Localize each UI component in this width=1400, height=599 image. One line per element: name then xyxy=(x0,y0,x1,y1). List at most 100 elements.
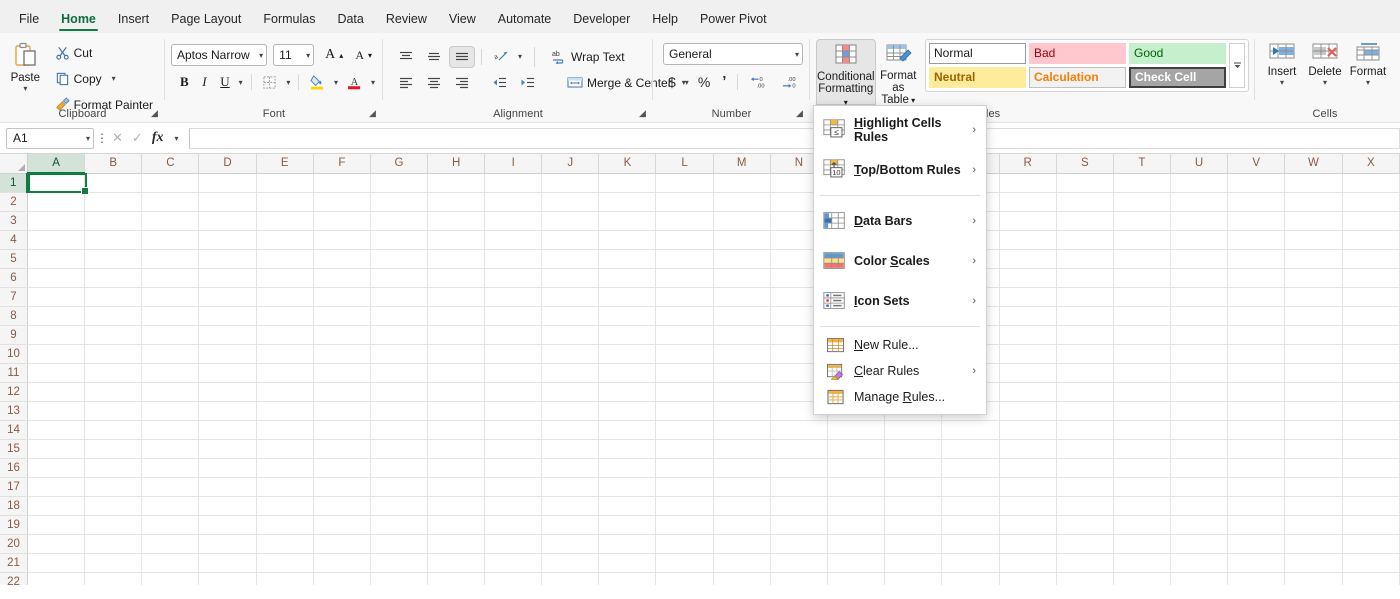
cell-V16[interactable] xyxy=(1227,458,1286,478)
cell-T15[interactable] xyxy=(1113,439,1172,459)
cell-H9[interactable] xyxy=(427,325,486,345)
cell-X12[interactable] xyxy=(1342,382,1400,402)
cell-V14[interactable] xyxy=(1227,420,1286,440)
cell-C1[interactable] xyxy=(141,173,200,193)
cell-C9[interactable] xyxy=(141,325,200,345)
cell-R1[interactable] xyxy=(999,173,1057,193)
cell-I1[interactable] xyxy=(484,173,543,193)
cell-W17[interactable] xyxy=(1284,477,1343,497)
cell-W11[interactable] xyxy=(1284,363,1343,383)
cell-A1[interactable] xyxy=(27,173,86,193)
cell-R12[interactable] xyxy=(999,382,1057,402)
cell-A10[interactable] xyxy=(27,344,86,364)
cell-B1[interactable] xyxy=(84,173,143,193)
cell-R17[interactable] xyxy=(999,477,1057,497)
cell-A19[interactable] xyxy=(27,515,86,535)
cell-T10[interactable] xyxy=(1113,344,1172,364)
cell-C12[interactable] xyxy=(141,382,200,402)
tab-file[interactable]: File xyxy=(8,8,50,33)
cell-U2[interactable] xyxy=(1170,192,1229,212)
cell-A20[interactable] xyxy=(27,534,86,554)
cell-R6[interactable] xyxy=(999,268,1057,288)
formula-bar-expand-icon[interactable]: ▾ xyxy=(172,134,180,143)
cell-A5[interactable] xyxy=(27,249,86,269)
cell-K17[interactable] xyxy=(598,477,657,497)
cell-K9[interactable] xyxy=(598,325,657,345)
cell-D18[interactable] xyxy=(198,496,257,516)
row-header-11[interactable]: 11 xyxy=(0,363,28,383)
cell-C3[interactable] xyxy=(141,211,200,231)
cell-W12[interactable] xyxy=(1284,382,1343,402)
cell-V8[interactable] xyxy=(1227,306,1286,326)
cell-A9[interactable] xyxy=(27,325,86,345)
cell-G6[interactable] xyxy=(370,268,429,288)
tab-developer[interactable]: Developer xyxy=(562,8,641,33)
cell-M1[interactable] xyxy=(713,173,771,193)
orientation-button[interactable]: a xyxy=(488,45,514,68)
cell-W8[interactable] xyxy=(1284,306,1343,326)
decrease-decimal-button[interactable]: .00 0 xyxy=(775,71,804,94)
cell-D20[interactable] xyxy=(198,534,257,554)
borders-button[interactable] xyxy=(257,71,282,94)
cell-X7[interactable] xyxy=(1342,287,1400,307)
cell-T5[interactable] xyxy=(1113,249,1172,269)
cell-X21[interactable] xyxy=(1342,553,1400,573)
font-dialog-launcher[interactable]: ◢ xyxy=(367,108,378,119)
cell-C20[interactable] xyxy=(141,534,200,554)
format-caret-icon[interactable]: ▾ xyxy=(1366,78,1370,87)
cell-R3[interactable] xyxy=(999,211,1057,231)
cell-R13[interactable] xyxy=(999,401,1057,421)
cell-U11[interactable] xyxy=(1170,363,1229,383)
cell-B21[interactable] xyxy=(84,553,143,573)
cell-K6[interactable] xyxy=(598,268,657,288)
cell-V15[interactable] xyxy=(1227,439,1286,459)
cell-P17[interactable] xyxy=(884,477,943,497)
cell-F8[interactable] xyxy=(313,306,371,326)
cell-W10[interactable] xyxy=(1284,344,1343,364)
menu-item-highlight-cells-rules[interactable]: ≤ Highlight Cells Rules › xyxy=(814,110,986,150)
cell-G8[interactable] xyxy=(370,306,429,326)
cell-A4[interactable] xyxy=(27,230,86,250)
cell-X17[interactable] xyxy=(1342,477,1400,497)
cell-B14[interactable] xyxy=(84,420,143,440)
cell-N22[interactable] xyxy=(770,572,828,585)
cell-I9[interactable] xyxy=(484,325,543,345)
cell-K13[interactable] xyxy=(598,401,657,421)
cell-E6[interactable] xyxy=(256,268,314,288)
cell-U7[interactable] xyxy=(1170,287,1229,307)
column-header-V[interactable]: V xyxy=(1227,154,1286,174)
align-center-button[interactable] xyxy=(421,72,447,94)
cell-U10[interactable] xyxy=(1170,344,1229,364)
formula-input[interactable] xyxy=(188,127,1400,149)
cell-style-check-cell[interactable]: Check Cell xyxy=(1129,67,1226,88)
cell-K18[interactable] xyxy=(598,496,657,516)
cell-M7[interactable] xyxy=(713,287,771,307)
cell-D16[interactable] xyxy=(198,458,257,478)
cell-S22[interactable] xyxy=(1056,572,1114,585)
cell-G13[interactable] xyxy=(370,401,429,421)
row-header-2[interactable]: 2 xyxy=(0,192,28,212)
cell-F2[interactable] xyxy=(313,192,371,212)
cell-I20[interactable] xyxy=(484,534,543,554)
cell-H7[interactable] xyxy=(427,287,486,307)
cell-Q16[interactable] xyxy=(941,458,1000,478)
cell-X13[interactable] xyxy=(1342,401,1400,421)
cell-A16[interactable] xyxy=(27,458,86,478)
number-format-combo[interactable]: General ▾ xyxy=(663,43,803,65)
menu-item-color-scales[interactable]: Color Scales › xyxy=(814,241,986,281)
cell-L22[interactable] xyxy=(655,572,714,585)
cell-G21[interactable] xyxy=(370,553,429,573)
cell-K20[interactable] xyxy=(598,534,657,554)
cell-Q18[interactable] xyxy=(941,496,1000,516)
cell-T4[interactable] xyxy=(1113,230,1172,250)
cell-W2[interactable] xyxy=(1284,192,1343,212)
cell-K2[interactable] xyxy=(598,192,657,212)
column-header-M[interactable]: M xyxy=(713,154,771,174)
cell-L8[interactable] xyxy=(655,306,714,326)
cell-L16[interactable] xyxy=(655,458,714,478)
align-bottom-button[interactable] xyxy=(449,45,475,68)
cell-G16[interactable] xyxy=(370,458,429,478)
cell-S1[interactable] xyxy=(1056,173,1114,193)
cell-L5[interactable] xyxy=(655,249,714,269)
cell-I11[interactable] xyxy=(484,363,543,383)
